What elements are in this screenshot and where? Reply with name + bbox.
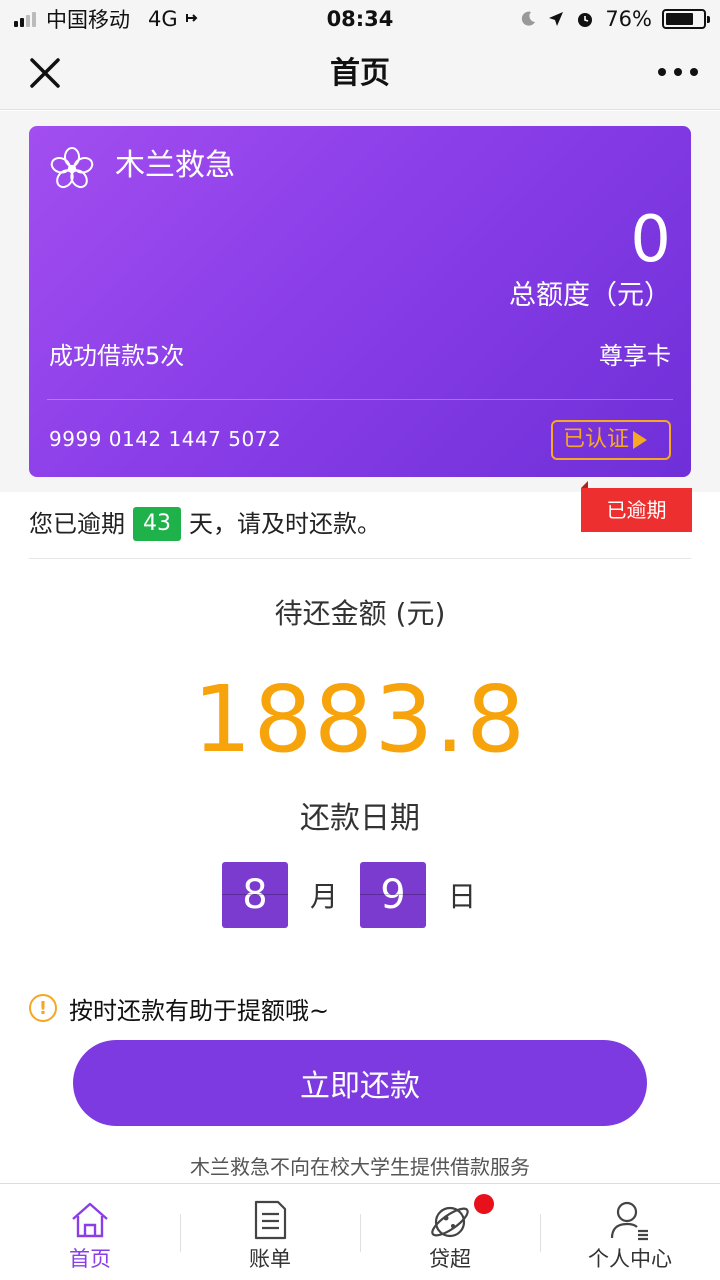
more-icon[interactable]: [658, 62, 698, 82]
user-icon: [610, 1201, 648, 1241]
battery-fill: [666, 13, 694, 25]
page-title: 首页: [330, 56, 390, 91]
divider: [29, 558, 691, 559]
verified-button[interactable]: 已认证: [551, 420, 671, 460]
card-brand-name: 木兰救急: [115, 148, 235, 183]
moon-icon: [522, 11, 536, 26]
planet-icon: [431, 1206, 469, 1238]
tab-loan-market-label: 贷超: [429, 1247, 471, 1271]
card-divider: [47, 399, 673, 400]
amount-due-value: 1883.8: [193, 666, 527, 773]
overdue-prefix: 您已逾期: [29, 510, 125, 538]
status-bar-right: 76%: [519, 0, 710, 38]
month-unit: 月: [309, 880, 338, 913]
alarm-icon: [578, 13, 593, 27]
tab-bill[interactable]: 账单: [180, 1184, 360, 1280]
loan-count: 成功借款5次: [49, 342, 185, 370]
overdue-notice: 您已逾期 43 天，请及时还款。: [29, 504, 381, 544]
tip-text: 按时还款有助于提额哦~: [69, 996, 330, 1025]
flower-logo-icon: [50, 147, 94, 189]
credit-limit-value: 0: [630, 203, 671, 277]
repay-now-button[interactable]: 立即还款: [73, 1040, 647, 1126]
overdue-suffix: 天，请及时还款。: [189, 510, 381, 538]
battery-percent: 76%: [605, 7, 652, 31]
day-unit: 日: [448, 880, 477, 913]
location-arrow-icon: [549, 12, 564, 26]
overdue-tag: 已逾期: [581, 481, 692, 532]
battery-icon: [662, 9, 710, 29]
repay-date-label: 还款日期: [300, 801, 420, 836]
tab-home-label: 首页: [69, 1247, 111, 1271]
play-triangle-icon: [633, 431, 648, 449]
notification-dot: [474, 1194, 494, 1214]
warning-icon: !: [29, 994, 57, 1022]
status-bar: 中国移动 4G 08:34 76%: [0, 0, 720, 38]
repay-day-box: 9: [360, 862, 426, 928]
loan-card[interactable]: 木兰救急 0 总额度（元） 成功借款5次 尊享卡 9999 0142 1447 …: [29, 126, 691, 477]
tip-row: ! 按时还款有助于提额哦~: [29, 988, 329, 1028]
bill-icon: [254, 1200, 287, 1240]
disclaimer-text: 木兰救急不向在校大学生提供借款服务: [190, 1155, 530, 1179]
card-number: 9999 0142 1447 5072: [49, 427, 282, 451]
home-icon: [72, 1202, 108, 1238]
card-type: 尊享卡: [599, 342, 671, 370]
repay-month-box: 8: [221, 862, 288, 928]
tab-loan-market[interactable]: 贷超: [360, 1184, 540, 1280]
amount-due-label: 待还金额 (元): [274, 597, 446, 630]
tab-profile-label: 个人中心: [588, 1247, 672, 1271]
credit-limit-label: 总额度（元）: [509, 280, 671, 311]
tab-home[interactable]: 首页: [0, 1184, 180, 1280]
tab-profile[interactable]: 个人中心: [540, 1184, 720, 1280]
overdue-days-badge: 43: [133, 507, 181, 541]
tab-bill-label: 账单: [249, 1247, 291, 1271]
nav-bar: 首页: [0, 38, 720, 110]
repay-date: 8 月 9 日: [0, 862, 720, 928]
bottom-tab-bar: 首页 账单 贷超 个人中心: [0, 1183, 720, 1280]
verified-label: 已认证: [563, 427, 630, 452]
